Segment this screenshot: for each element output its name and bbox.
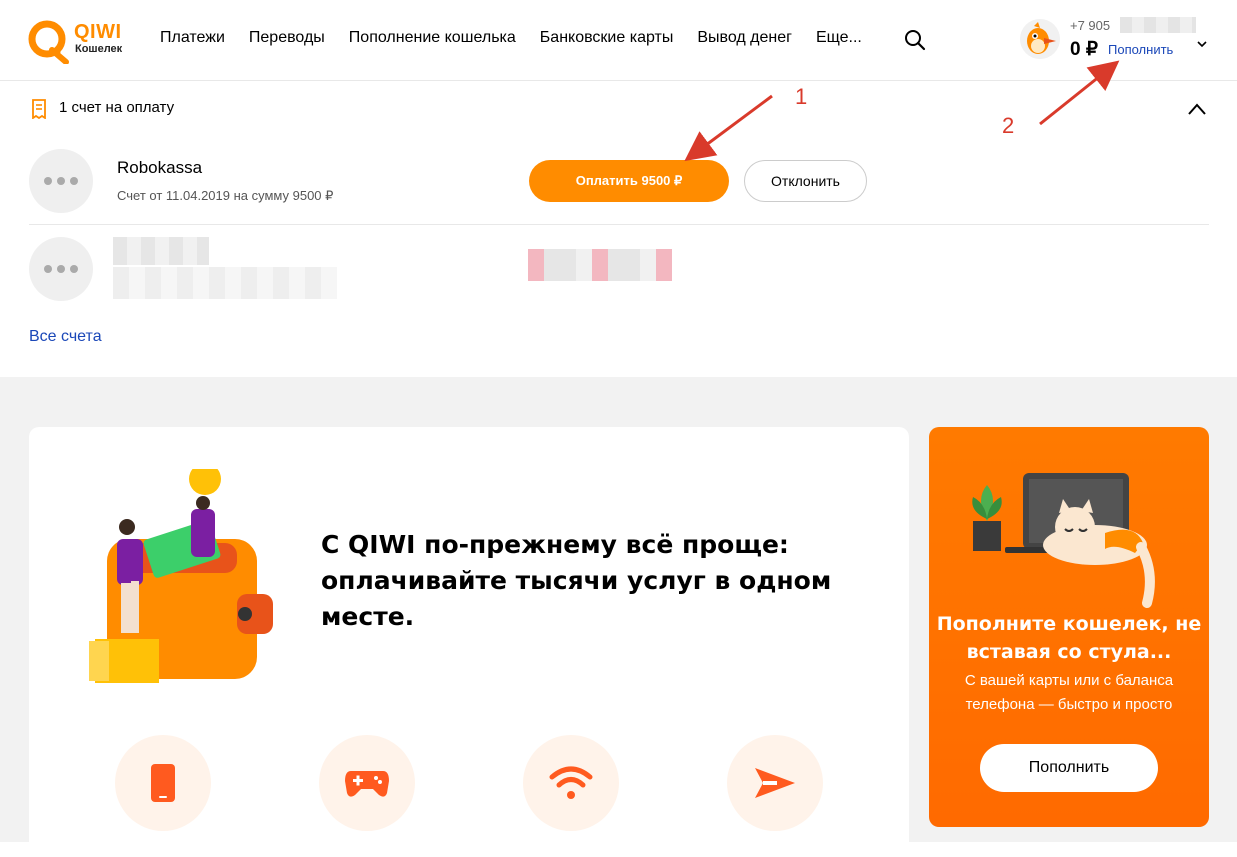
bills-header: 1 счет на оплату xyxy=(30,97,1210,121)
bill-row: Robokassa Счет от 11.04.2019 на сумму 95… xyxy=(29,137,1209,225)
chevron-down-icon[interactable] xyxy=(1196,34,1208,48)
logo-text: QIWI xyxy=(74,21,122,43)
transfer-arrow-icon xyxy=(755,768,795,798)
phone-blurred xyxy=(1120,17,1196,33)
category-games[interactable] xyxy=(319,735,415,831)
topup-promo-card: Пополните кошелек, не вставая со стула..… xyxy=(929,427,1209,827)
nav-item-wallet-topup[interactable]: Пополнение кошелька xyxy=(349,29,516,47)
bill-description: Счет от 11.04.2019 на сумму 9500 ₽ xyxy=(117,188,334,203)
blurred-buttons xyxy=(528,249,672,281)
blurred-text xyxy=(113,267,337,299)
account-phone: +7 905 xyxy=(1070,18,1111,33)
topup-card-description: С вашей карты или с баланса телефона — б… xyxy=(964,672,1174,713)
nav-item-withdraw[interactable]: Вывод денег xyxy=(697,29,792,47)
category-mobile[interactable] xyxy=(115,735,211,831)
nav-item-transfers[interactable]: Переводы xyxy=(249,29,325,47)
cat-laptop-illustration xyxy=(965,463,1175,613)
topup-card-title: Пополните кошелек, не вставая со стула..… xyxy=(936,613,1202,663)
main-nav: Платежи Переводы Пополнение кошелька Бан… xyxy=(160,29,886,47)
topup-card-button[interactable]: Пополнить xyxy=(980,744,1158,792)
pay-bill-button[interactable]: Оплатить 9500 ₽ xyxy=(529,160,729,202)
topup-link[interactable]: Пополнить xyxy=(1108,42,1173,57)
search-icon[interactable] xyxy=(904,29,926,51)
bill-avatar-dots xyxy=(29,237,93,301)
category-row xyxy=(29,735,909,835)
chevron-up-icon[interactable] xyxy=(1187,101,1207,115)
wifi-icon xyxy=(549,766,593,799)
qiwi-logo[interactable]: QIWI Кошелек xyxy=(28,20,128,64)
annotation-marker-2: 2 xyxy=(1002,113,1015,138)
all-bills-link[interactable]: Все счета xyxy=(29,328,102,346)
promo-headline: С QIWI по-прежнему всё проще: оплачивайт… xyxy=(321,530,832,631)
category-transfers[interactable] xyxy=(727,735,823,831)
gamepad-icon xyxy=(345,771,389,797)
nav-item-more[interactable]: Еще... xyxy=(816,29,862,47)
site-header: QIWI Кошелек Платежи Переводы Пополнение… xyxy=(0,0,1237,81)
qiwi-logo-icon xyxy=(28,20,69,64)
account-balance: 0 ₽ xyxy=(1070,39,1098,60)
promo-card: С QIWI по-прежнему всё проще: оплачивайт… xyxy=(29,427,909,857)
bill-avatar-dots xyxy=(29,149,93,213)
receipt-icon xyxy=(30,99,48,120)
blurred-text xyxy=(113,237,209,265)
bird-avatar-icon xyxy=(1020,19,1060,59)
bill-name: Robokassa xyxy=(117,158,203,177)
bills-title: 1 счет на оплату xyxy=(59,99,175,116)
phone-icon xyxy=(151,764,175,802)
nav-item-bank-cards[interactable]: Банковские карты xyxy=(540,29,674,47)
annotation-marker-1: 1 xyxy=(795,84,808,109)
decline-bill-button[interactable]: Отклонить xyxy=(744,160,867,202)
wallet-illustration xyxy=(87,463,277,689)
bill-row-blurred xyxy=(29,225,1209,313)
avatar[interactable] xyxy=(1020,19,1060,59)
nav-item-payments[interactable]: Платежи xyxy=(160,29,225,47)
category-internet[interactable] xyxy=(523,735,619,831)
logo-subtitle: Кошелек xyxy=(75,43,123,55)
